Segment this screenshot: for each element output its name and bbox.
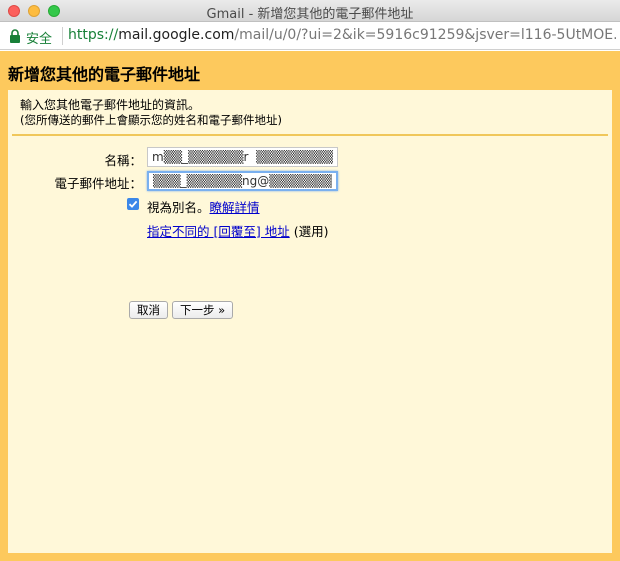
lock-icon — [10, 29, 20, 43]
email-label: 電子郵件地址： — [54, 176, 142, 191]
alias-row: 視為別名。瞭解詳情 — [147, 197, 260, 216]
treat-as-alias-checkbox[interactable] — [127, 198, 139, 210]
url-scheme: https:// — [68, 27, 119, 43]
reply-to-link[interactable]: 指定不同的 [回覆至] 地址 — [147, 224, 290, 239]
dialog-panel: 輸入您其他電子郵件地址的資訊。 (您所傳送的郵件上會顯示您的姓名和電子郵件地址)… — [8, 90, 612, 553]
intro-note: (您所傳送的郵件上會顯示您的姓名和電子郵件地址) — [20, 113, 282, 127]
alias-label: 視為別名。 — [147, 200, 210, 215]
checkmark-icon — [128, 200, 138, 208]
address-separator — [62, 27, 63, 45]
add-address-dialog: 新增您其他的電子郵件地址 輸入您其他電子郵件地址的資訊。 (您所傳送的郵件上會顯… — [0, 51, 620, 561]
intro-text: 輸入您其他電子郵件地址的資訊。 — [20, 98, 201, 112]
name-label: 名稱： — [104, 153, 142, 168]
address-bar[interactable]: 安全 https://mail.google.com/mail/u/0/?ui=… — [0, 22, 620, 50]
url-path: /mail/u/0/?ui=2&ik=5916c91259&jsver=l116… — [234, 27, 616, 43]
secure-label: 安全 — [26, 32, 53, 47]
cancel-button[interactable]: 取消 — [129, 301, 168, 319]
dialog-title: 新增您其他的電子郵件地址 — [8, 65, 201, 84]
window-title: Gmail - 新增您其他的電子郵件地址 — [206, 7, 414, 22]
reply-to-row: 指定不同的 [回覆至] 地址 (選用) — [147, 221, 328, 240]
name-input[interactable] — [147, 147, 338, 167]
optional-label: (選用) — [293, 224, 329, 239]
learn-more-link[interactable]: 瞭解詳情 — [210, 200, 260, 215]
url-host: mail.google.com — [118, 27, 235, 43]
window-titlebar: Gmail - 新增您其他的電子郵件地址 — [0, 0, 620, 22]
next-step-button[interactable]: 下一步 » — [172, 301, 234, 319]
email-input[interactable] — [147, 171, 338, 191]
url-text[interactable]: https://mail.google.com/mail/u/0/?ui=2&i… — [68, 27, 616, 43]
divider — [12, 134, 608, 136]
